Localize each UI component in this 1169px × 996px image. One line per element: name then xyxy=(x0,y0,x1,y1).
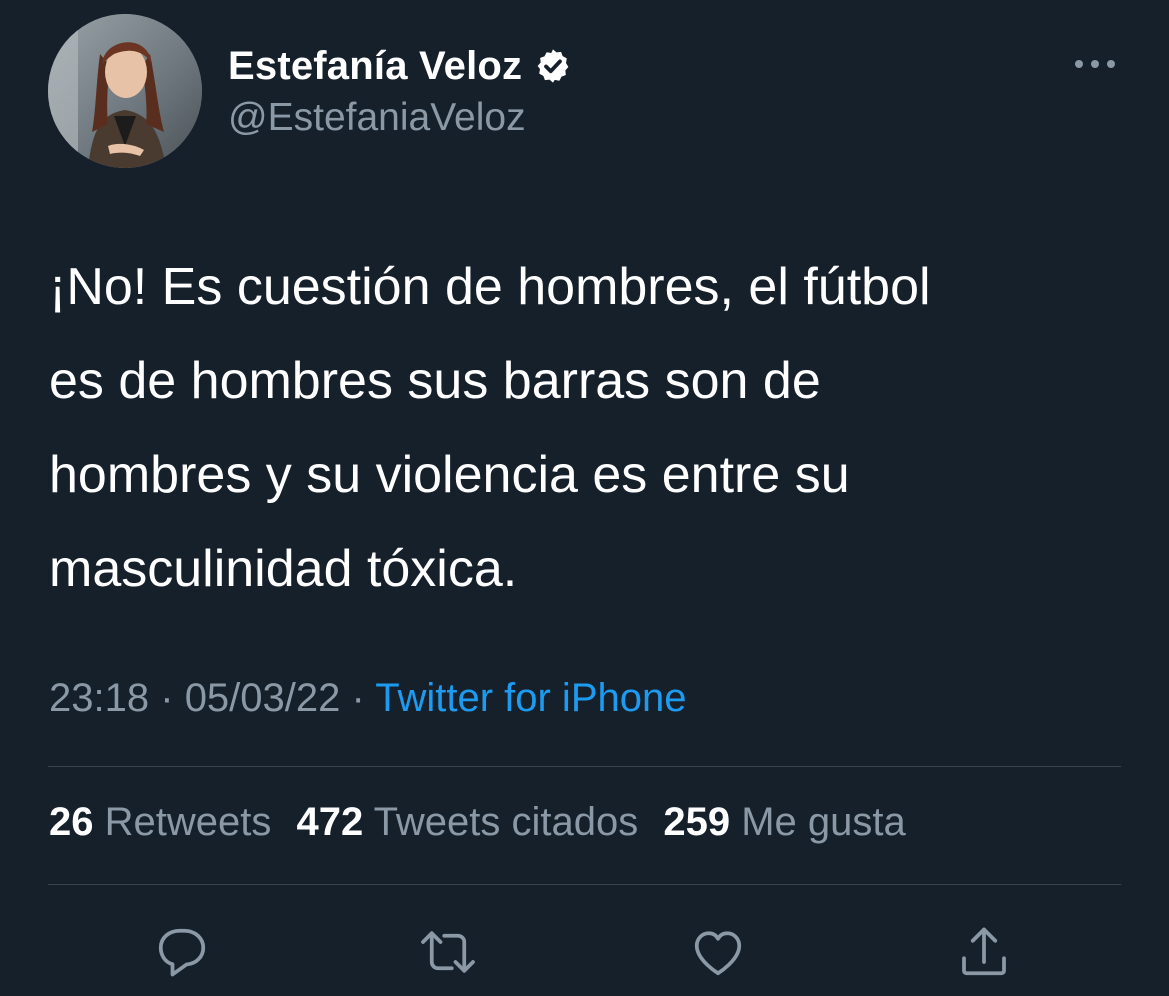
likes-stat[interactable]: 259 Me gusta xyxy=(663,800,905,844)
more-horizontal-icon[interactable] xyxy=(1072,52,1118,76)
tweet-text-line: hombres y su violencia es entre su xyxy=(49,446,850,504)
quote-tweets-count: 472 xyxy=(296,800,364,844)
retweets-label: Retweets xyxy=(104,800,272,844)
tweet-source-link[interactable]: Twitter for iPhone xyxy=(375,676,686,720)
divider xyxy=(48,884,1121,885)
display-name[interactable]: Estefanía Veloz xyxy=(228,44,522,89)
avatar-photo xyxy=(48,14,202,168)
likes-label: Me gusta xyxy=(741,800,906,844)
quote-tweets-label: Tweets citados xyxy=(373,800,639,844)
like-button[interactable] xyxy=(688,922,748,982)
retweets-count: 26 xyxy=(49,800,94,844)
reply-button[interactable] xyxy=(152,922,212,982)
heart-icon xyxy=(694,931,742,976)
retweet-button[interactable] xyxy=(418,922,478,982)
tweet-time[interactable]: 23:18 xyxy=(49,676,149,720)
tweet-date[interactable]: 05/03/22 xyxy=(185,676,341,720)
retweets-stat[interactable]: 26 Retweets xyxy=(49,800,271,844)
quote-tweets-stat[interactable]: 472 Tweets citados xyxy=(297,800,639,844)
user-handle[interactable]: @EstefaniaVeloz xyxy=(228,96,526,140)
author-name-row[interactable]: Estefanía Veloz xyxy=(228,38,572,94)
retweet-icon xyxy=(421,931,475,973)
tweet-meta: 23:18 · 05/03/22 · Twitter for iPhone xyxy=(49,676,686,721)
tweet-stats: 26 Retweets 472 Tweets citados 259 Me gu… xyxy=(49,800,906,845)
divider xyxy=(48,766,1121,767)
avatar[interactable] xyxy=(48,14,202,168)
meta-separator: · xyxy=(160,676,174,720)
verified-badge-icon xyxy=(534,47,572,85)
reply-icon xyxy=(158,928,206,977)
meta-separator: · xyxy=(351,676,365,720)
share-button[interactable] xyxy=(954,922,1014,982)
share-icon xyxy=(962,927,1006,976)
tweet-text-line: masculinidad tóxica. xyxy=(49,540,518,598)
tweet-text-line: ¡No! Es cuestión de hombres, el fútbol xyxy=(49,258,931,316)
tweet-text-line: es de hombres sus barras son de xyxy=(49,352,821,410)
tweet-text: ¡No! Es cuestión de hombres, el fútbol e… xyxy=(49,240,1139,616)
likes-count: 259 xyxy=(663,800,731,844)
